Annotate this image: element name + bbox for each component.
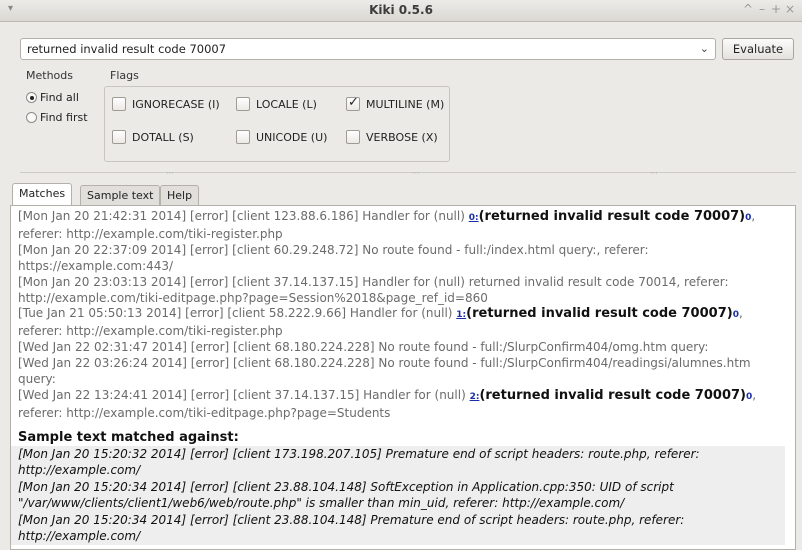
- flag-dotall[interactable]: DOTALL (S): [112, 130, 194, 144]
- checkbox-multiline[interactable]: [346, 95, 360, 111]
- flag-verbose[interactable]: VERBOSE (X): [346, 130, 438, 144]
- splitter-grip[interactable]: ···: [650, 169, 658, 178]
- title-bar: ▾ Kiki 0.5.6 ^ – + ×: [0, 0, 802, 22]
- chevron-down-icon[interactable]: ⌄: [700, 42, 709, 55]
- flag-unicode-label: UNICODE (U): [256, 131, 328, 144]
- evaluate-button[interactable]: Evaluate: [722, 38, 794, 60]
- methods-label: Methods: [26, 69, 73, 82]
- sample-heading: Sample text matched against:: [18, 429, 239, 445]
- flag-verbose-label: VERBOSE (X): [366, 131, 438, 144]
- results-pane[interactable]: [Mon Jan 20 21:42:31 2014] [error] [clie…: [10, 205, 796, 550]
- flag-ignorecase-label: IGNORECASE (I): [132, 98, 220, 111]
- match-group-index[interactable]: 2:: [470, 392, 480, 402]
- log-line: [Wed Jan 22 13:24:41 2014] [error] [clie…: [18, 388, 777, 422]
- maximize-icon[interactable]: +: [770, 2, 784, 16]
- log-text: [Tue Jan 21 05:50:13 2014] [error] [clie…: [18, 306, 457, 321]
- checkbox-dotall[interactable]: [112, 130, 126, 144]
- checkbox-unicode[interactable]: [236, 130, 250, 144]
- radio-find-all[interactable]: [26, 92, 37, 103]
- flag-multiline[interactable]: MULTILINE (M): [346, 95, 445, 111]
- minimize-icon[interactable]: –: [756, 2, 770, 16]
- regex-input[interactable]: returned invalid result code 70007 ⌄: [20, 38, 716, 60]
- flags-label: Flags: [110, 69, 139, 82]
- match-log: [Mon Jan 20 21:42:31 2014] [error] [clie…: [11, 206, 785, 422]
- close-icon[interactable]: ×: [784, 2, 798, 16]
- sample-line: [Mon Jan 20 15:20:34 2014] [error] [clie…: [18, 512, 685, 544]
- log-line: [Wed Jan 22 03:26:24 2014] [error] [clie…: [18, 356, 751, 387]
- checkbox-locale[interactable]: [236, 97, 250, 111]
- flag-dotall-label: DOTALL (S): [132, 131, 194, 144]
- checkbox-ignorecase[interactable]: [112, 97, 126, 111]
- flag-locale[interactable]: LOCALE (L): [236, 97, 317, 111]
- match-highlight: (returned invalid result code 70007): [479, 387, 746, 403]
- log-line: [Mon Jan 20 21:42:31 2014] [error] [clie…: [18, 209, 777, 243]
- log-line: [Tue Jan 21 05:50:13 2014] [error] [clie…: [18, 306, 777, 340]
- sample-section: Sample text matched against: [Mon Jan 20…: [11, 430, 795, 545]
- sample-line: [Mon Jan 20 15:20:32 2014] [error] [clie…: [18, 446, 700, 478]
- tab-matches[interactable]: Matches: [12, 183, 73, 206]
- match-highlight: (returned invalid result code 70007): [466, 306, 733, 322]
- log-text: [Wed Jan 22 13:24:41 2014] [error] [clie…: [18, 387, 470, 402]
- pane-splitter[interactable]: [20, 172, 796, 173]
- window-title: Kiki 0.5.6: [369, 3, 433, 17]
- checkbox-verbose[interactable]: [346, 130, 360, 144]
- sample-text: [Mon Jan 20 15:20:32 2014] [error] [clie…: [11, 445, 785, 545]
- shade-icon[interactable]: ^: [742, 2, 756, 16]
- match-group-index[interactable]: 0:: [469, 213, 479, 223]
- log-line: [Wed Jan 22 02:31:47 2014] [error] [clie…: [18, 340, 709, 355]
- method-find-all-label: Find all: [40, 91, 79, 104]
- tab-sample-text[interactable]: Sample text: [80, 185, 161, 205]
- method-find-first-label: Find first: [40, 111, 88, 124]
- match-highlight: (returned invalid result code 70007): [478, 209, 746, 224]
- log-line: [Mon Jan 20 22:37:09 2014] [error] [clie…: [18, 242, 649, 273]
- method-find-all[interactable]: Find all: [26, 91, 79, 104]
- match-group-index[interactable]: 1:: [456, 310, 466, 320]
- sample-line: [Mon Jan 20 15:20:34 2014] [error] [clie…: [18, 479, 674, 511]
- log-text: [Mon Jan 20 21:42:31 2014] [error] [clie…: [18, 209, 469, 223]
- flag-multiline-label: MULTILINE (M): [366, 98, 445, 111]
- splitter-grip[interactable]: ···: [412, 169, 420, 178]
- flag-locale-label: LOCALE (L): [256, 98, 317, 111]
- flag-ignorecase[interactable]: IGNORECASE (I): [112, 97, 220, 111]
- log-line: [Mon Jan 20 23:03:13 2014] [error] [clie…: [18, 274, 729, 305]
- splitter-grip[interactable]: ···: [166, 169, 174, 178]
- method-find-first[interactable]: Find first: [26, 111, 88, 124]
- window-controls: ^ – + ×: [742, 2, 798, 16]
- regex-input-value[interactable]: returned invalid result code 70007: [27, 42, 226, 56]
- flag-unicode[interactable]: UNICODE (U): [236, 130, 327, 144]
- radio-find-first[interactable]: [26, 112, 37, 123]
- tab-help[interactable]: Help: [160, 185, 200, 205]
